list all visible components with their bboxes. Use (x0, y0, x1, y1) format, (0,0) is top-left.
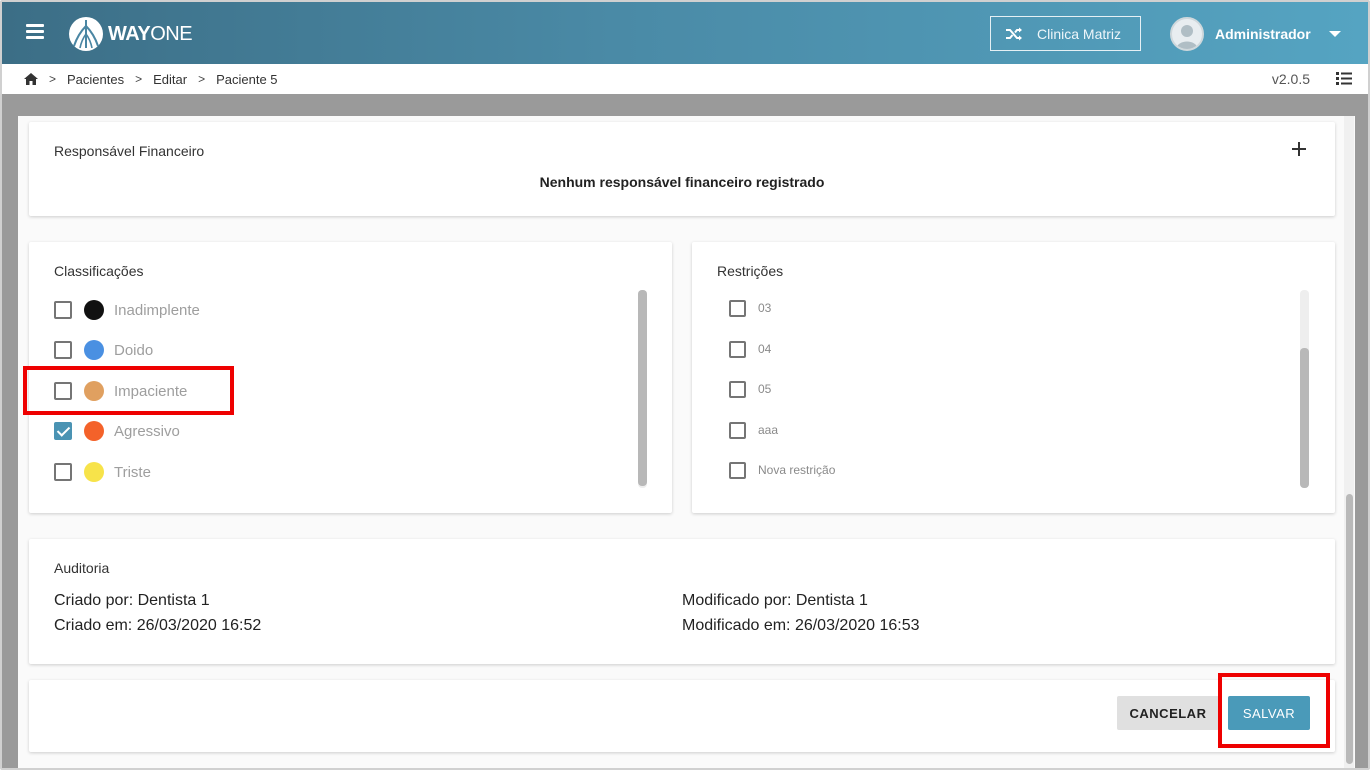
logo-mark-icon (69, 17, 103, 51)
user-menu[interactable]: Administrador (1170, 16, 1341, 52)
home-icon[interactable] (24, 73, 38, 85)
chevron-down-icon (1328, 31, 1341, 37)
breadcrumb-editar[interactable]: Editar (153, 72, 187, 87)
app-window: WAYONE Clinica Matriz Administrador > Pa… (0, 0, 1370, 770)
list-icon[interactable] (1336, 72, 1352, 85)
restricoes-title: Restrições (717, 263, 784, 279)
restriction-label: 05 (758, 382, 772, 396)
breadcrumb-pacientes[interactable]: Pacientes (67, 72, 124, 87)
classification-label: Triste (114, 463, 151, 481)
restriction-item[interactable]: 04 (729, 340, 771, 358)
restriction-label: 03 (758, 301, 772, 315)
checkbox[interactable] (54, 422, 72, 440)
breadcrumb-separator: > (49, 72, 57, 86)
shuffle-icon (1006, 27, 1022, 40)
classification-label: Doido (114, 341, 154, 359)
top-app-bar: WAYONE Clinica Matriz Administrador (2, 2, 1368, 64)
breadcrumb-bar: > Pacientes > Editar > Paciente 5 v2.0.5 (2, 64, 1368, 94)
classification-item[interactable]: Impaciente (54, 381, 187, 401)
classification-label: Impaciente (114, 382, 188, 400)
breadcrumb-separator: > (135, 72, 143, 86)
menu-icon[interactable] (26, 24, 44, 40)
checkbox[interactable] (54, 301, 72, 319)
restricoes-scrollbar[interactable] (1300, 290, 1309, 488)
breadcrumb-separator: > (198, 72, 206, 86)
classification-label: Inadimplente (114, 301, 200, 319)
checkbox[interactable] (729, 340, 746, 358)
classification-item[interactable]: Triste (54, 462, 151, 482)
restriction-label: aaa (758, 423, 779, 437)
version-label: v2.0.5 (1271, 71, 1310, 87)
auditoria-title: Auditoria (54, 560, 110, 576)
color-dot (84, 300, 104, 320)
financeiro-title: Responsável Financeiro (54, 143, 205, 159)
classification-item[interactable]: Inadimplente (54, 300, 200, 320)
created-at: Criado em: 26/03/2020 16:52 (54, 617, 262, 634)
modified-at: Modificado em: 26/03/2020 16:53 (682, 617, 920, 634)
breadcrumb: > Pacientes > Editar > Paciente 5 (24, 72, 278, 87)
financeiro-empty-message: Nenhum responsável financeiro registrado (539, 174, 825, 190)
restriction-item[interactable]: 05 (729, 380, 771, 398)
created-by: Criado por: Dentista 1 (54, 592, 210, 609)
color-dot (84, 462, 104, 482)
classification-item[interactable]: Agressivo (54, 421, 180, 441)
checkbox[interactable] (729, 299, 746, 317)
logo-text: WAYONE (108, 22, 193, 45)
color-dot (84, 381, 104, 401)
checkbox[interactable] (54, 382, 72, 400)
modified-by: Modificado por: Dentista 1 (682, 592, 868, 609)
restriction-label: Nova restrição (758, 463, 836, 477)
user-name: Administrador (1215, 26, 1311, 42)
restriction-label: 04 (758, 342, 772, 356)
restriction-item[interactable]: Nova restrição (729, 461, 835, 479)
classification-label: Agressivo (114, 422, 180, 440)
checkbox[interactable] (729, 380, 746, 398)
color-dot (84, 421, 104, 441)
clinic-switch-button[interactable]: Clinica Matriz (990, 16, 1141, 51)
financeiro-card (29, 122, 1335, 216)
checkbox[interactable] (729, 461, 746, 479)
restriction-item[interactable]: 03 (729, 299, 771, 317)
user-icon (1176, 25, 1198, 49)
save-button[interactable]: SALVAR (1228, 696, 1310, 730)
checkbox[interactable] (729, 421, 746, 439)
checkbox[interactable] (54, 341, 72, 359)
restriction-item[interactable]: aaa (729, 421, 778, 439)
wayone-logo[interactable]: WAYONE (68, 16, 193, 52)
clinic-label: Clinica Matriz (1037, 25, 1122, 42)
classificacoes-title: Classificações (54, 263, 144, 279)
color-dot (84, 340, 104, 360)
classification-item[interactable]: Doido (54, 340, 153, 360)
checkbox[interactable] (54, 463, 72, 481)
cancel-button[interactable]: CANCELAR (1117, 696, 1219, 730)
breadcrumb-paciente: Paciente 5 (216, 71, 278, 87)
add-icon[interactable] (1292, 142, 1306, 156)
page-scrollbar[interactable] (1347, 116, 1355, 768)
classificacoes-scrollbar[interactable] (638, 290, 647, 488)
avatar (1170, 17, 1204, 51)
